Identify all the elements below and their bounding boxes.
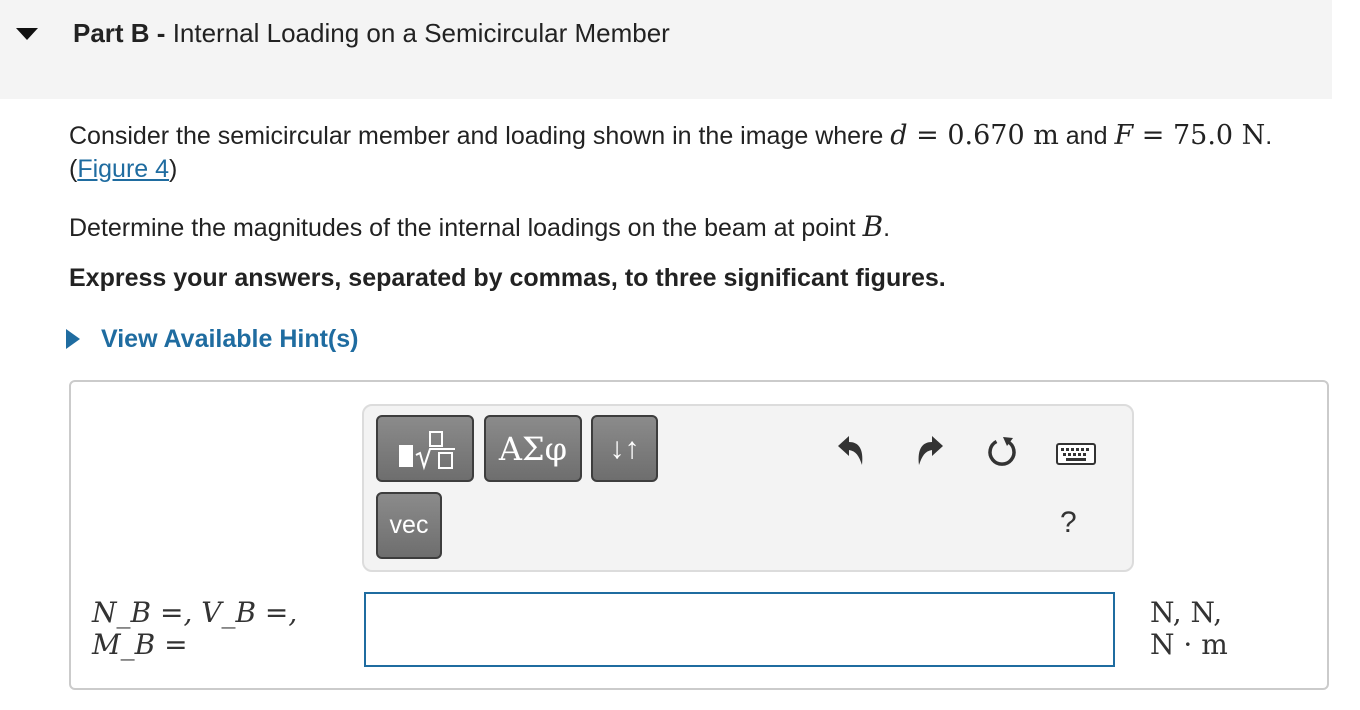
instruction-text: Express your answers, separated by comma… [69,264,946,292]
arrows-button[interactable]: ↓↑ [591,415,658,482]
keyboard-icon[interactable] [1056,443,1096,465]
d-symbol: d [890,120,908,151]
part-title-text: Internal Loading on a Semicircular Membe… [172,18,670,48]
figure-close-paren: ) [169,155,178,183]
part-title: Part B - Internal Loading on a Semicircu… [73,18,670,49]
units-line-2: N · m [1150,628,1228,661]
point-symbol: B [862,210,884,243]
period: . [1265,122,1273,150]
greek-symbols-button[interactable]: ΑΣφ [484,415,582,482]
f-symbol: F [1114,120,1134,151]
math-toolbar [362,404,1134,572]
question-text: Determine the magnitudes of the internal… [69,210,890,243]
view-hints-label: View Available Hint(s) [101,324,359,353]
variables-line-1: N_B =, V_B =, [92,596,298,629]
reset-icon[interactable] [985,434,1019,468]
templates-icon [399,430,455,470]
units-line-1: N, N, [1150,596,1223,629]
f-value: = 75.0 N [1133,120,1266,151]
variables-line-2: M_B = [92,628,188,661]
units-label: N, N, N · m [1150,597,1228,661]
undo-icon[interactable] [836,434,868,466]
part-label: Part B [73,18,150,48]
part-separator: - [149,18,173,48]
figure-link[interactable]: Figure 4 [77,155,169,183]
redo-icon[interactable] [913,434,945,466]
and-text: and [1058,122,1115,150]
templates-button[interactable] [376,415,474,482]
part-header[interactable]: Part B - Internal Loading on a Semicircu… [0,0,1332,99]
help-button[interactable]: ? [1060,506,1077,540]
answer-input[interactable] [364,592,1115,667]
caret-down-icon[interactable] [16,28,38,40]
question-end: . [883,214,891,242]
vec-button[interactable]: vec [376,492,442,559]
question-body: Determine the magnitudes of the internal… [69,214,863,242]
problem-intro: Consider the semicircular member and loa… [69,122,891,150]
caret-right-icon [66,329,80,349]
view-hints-toggle[interactable]: View Available Hint(s) [66,322,358,356]
problem-statement: Consider the semicircular member and loa… [69,119,1339,186]
answer-variables-label: N_B =, V_B =, M_B = [92,597,297,661]
d-value: = 0.670 m [907,120,1059,151]
